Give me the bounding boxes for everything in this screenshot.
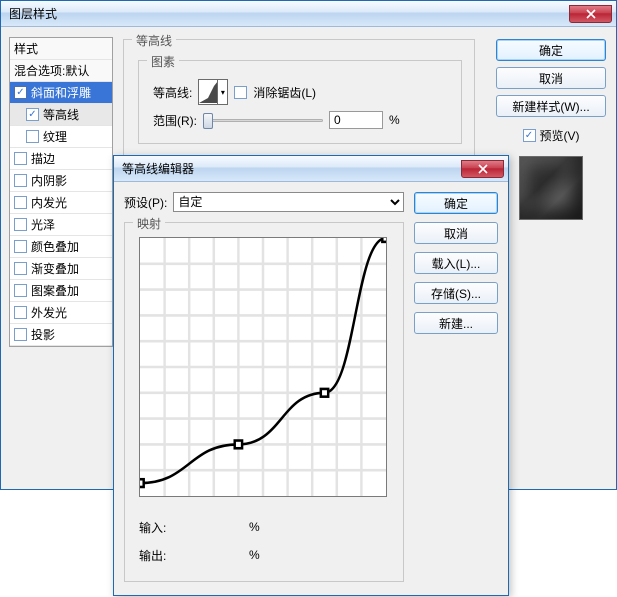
style-label: 内阴影: [31, 172, 67, 189]
input-unit: %: [249, 520, 260, 534]
style-item[interactable]: 等高线: [10, 104, 112, 126]
child-titlebar[interactable]: 等高线编辑器: [114, 156, 508, 182]
contour-graph[interactable]: [139, 237, 387, 497]
style-checkbox[interactable]: [14, 240, 27, 253]
range-label: 范围(R):: [153, 112, 197, 129]
antialias-checkbox[interactable]: [234, 86, 247, 99]
style-label: 光泽: [31, 216, 55, 233]
style-checkbox[interactable]: [14, 306, 27, 319]
style-checkbox[interactable]: [14, 262, 27, 275]
style-item[interactable]: 内阴影: [10, 170, 112, 192]
preview-label: 预览(V): [540, 127, 580, 144]
style-checkbox[interactable]: [14, 174, 27, 187]
style-item[interactable]: 图案叠加: [10, 280, 112, 302]
child-close-button[interactable]: [461, 160, 504, 178]
editor-load-button[interactable]: 载入(L)...: [414, 252, 498, 274]
style-label: 颜色叠加: [31, 238, 79, 255]
contour-thumb-icon: [199, 80, 219, 104]
parent-title: 图层样式: [1, 5, 57, 22]
style-label: 图案叠加: [31, 282, 79, 299]
contour-picker[interactable]: ▾: [198, 79, 228, 105]
parent-titlebar[interactable]: 图层样式: [1, 1, 616, 27]
editor-ok-button[interactable]: 确定: [414, 192, 498, 214]
map-legend: 映射: [133, 215, 165, 232]
style-label: 内发光: [31, 194, 67, 211]
style-item[interactable]: 颜色叠加: [10, 236, 112, 258]
preview-thumbnail: [519, 156, 583, 220]
style-label: 纹理: [43, 128, 67, 145]
styles-list: 样式 混合选项:默认 斜面和浮雕等高线纹理描边内阴影内发光光泽颜色叠加渐变叠加图…: [9, 37, 113, 347]
io-rows: 输入:% 输出:%: [139, 513, 260, 569]
parent-button-column: 确定 取消 新建样式(W)... 预览(V): [496, 39, 606, 220]
style-checkbox[interactable]: [14, 86, 27, 99]
style-checkbox[interactable]: [14, 152, 27, 165]
style-item[interactable]: 光泽: [10, 214, 112, 236]
map-groupbox: 映射 输入:% 输出:%: [124, 222, 404, 582]
antialias-label: 消除锯齿(L): [253, 84, 316, 101]
range-unit: %: [389, 113, 400, 127]
editor-new-button[interactable]: 新建...: [414, 312, 498, 334]
style-label: 外发光: [31, 304, 67, 321]
styles-header[interactable]: 样式: [10, 38, 112, 60]
groupbox-legend: 等高线: [132, 32, 176, 49]
style-checkbox[interactable]: [14, 328, 27, 341]
editor-cancel-button[interactable]: 取消: [414, 222, 498, 244]
style-item[interactable]: 纹理: [10, 126, 112, 148]
style-checkbox[interactable]: [26, 130, 39, 143]
range-value-input[interactable]: 0: [329, 111, 383, 129]
style-checkbox[interactable]: [26, 108, 39, 121]
child-title: 等高线编辑器: [114, 160, 194, 177]
curve-point[interactable]: [382, 238, 386, 242]
style-item[interactable]: 内发光: [10, 192, 112, 214]
cancel-button[interactable]: 取消: [496, 67, 606, 89]
curve-point[interactable]: [321, 389, 328, 397]
style-item[interactable]: 渐变叠加: [10, 258, 112, 280]
style-label: 描边: [31, 150, 55, 167]
close-icon: [478, 164, 488, 174]
style-item[interactable]: 投影: [10, 324, 112, 346]
output-unit: %: [249, 548, 260, 562]
style-checkbox[interactable]: [14, 284, 27, 297]
new-style-button[interactable]: 新建样式(W)...: [496, 95, 606, 117]
contour-editor-dialog: 等高线编辑器 预设(P): 自定 映射: [113, 155, 509, 596]
preset-label: 预设(P):: [124, 194, 167, 211]
contour-label: 等高线:: [153, 84, 192, 101]
output-label: 输出:: [139, 547, 189, 564]
element-groupbox: 图素 等高线: ▾ 消除锯齿(L) 范围(R):: [138, 60, 462, 144]
child-button-column: 确定 取消 载入(L)... 存储(S)... 新建...: [414, 192, 498, 334]
style-item[interactable]: 描边: [10, 148, 112, 170]
inner-legend: 图素: [147, 53, 179, 70]
style-item[interactable]: 外发光: [10, 302, 112, 324]
blend-options-header[interactable]: 混合选项:默认: [10, 60, 112, 82]
preview-row: 预览(V): [496, 127, 606, 144]
preset-select[interactable]: 自定: [173, 192, 404, 212]
curve-point[interactable]: [235, 441, 242, 449]
close-icon: [586, 9, 596, 19]
contour-groupbox: 等高线 图素 等高线: ▾ 消除锯齿(L) 范围(R):: [123, 39, 475, 157]
range-slider[interactable]: [203, 111, 323, 129]
chevron-down-icon[interactable]: ▾: [217, 80, 227, 104]
style-label: 等高线: [43, 106, 79, 123]
ok-button[interactable]: 确定: [496, 39, 606, 61]
preview-checkbox[interactable]: [523, 129, 536, 142]
input-label: 输入:: [139, 519, 189, 536]
style-label: 渐变叠加: [31, 260, 79, 277]
style-checkbox[interactable]: [14, 218, 27, 231]
style-label: 投影: [31, 326, 55, 343]
child-left-panel: 预设(P): 自定 映射: [124, 192, 404, 582]
parent-close-button[interactable]: [569, 5, 612, 23]
style-checkbox[interactable]: [14, 196, 27, 209]
editor-save-button[interactable]: 存储(S)...: [414, 282, 498, 304]
style-label: 斜面和浮雕: [31, 84, 91, 101]
style-item[interactable]: 斜面和浮雕: [10, 82, 112, 104]
grid-lines: [140, 238, 386, 496]
curve-point[interactable]: [140, 479, 144, 487]
